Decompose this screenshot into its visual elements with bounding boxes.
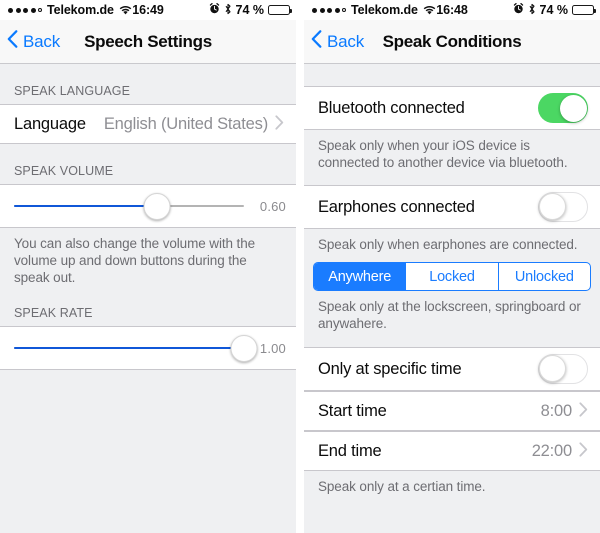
bluetooth-connected-label: Bluetooth connected [318, 98, 465, 117]
rate-slider[interactable] [14, 333, 258, 363]
bluetooth-icon [528, 3, 536, 18]
bluetooth-footnote: Speak only when your iOS device is conne… [318, 138, 568, 170]
earphones-footnote: Speak only when earphones are connected. [318, 237, 578, 252]
chevron-right-icon [579, 441, 588, 461]
battery-icon [572, 5, 596, 15]
status-right-group: 74 % [209, 3, 292, 18]
only-at-specific-time-row[interactable]: Only at specific time [304, 347, 600, 391]
section-header-speak-volume: SPEAK VOLUME [14, 164, 114, 178]
nav-bar-left: Back Speech Settings [0, 20, 296, 64]
battery-percent-label: 74 % [235, 3, 265, 17]
speak-conditions-screen: Telekom.de 16:48 74 % Back Speak Conditi… [304, 0, 600, 533]
time-section-footnote: Speak only at a certian time. [318, 479, 486, 494]
nav-bar-right: Back Speak Conditions [304, 20, 600, 64]
volume-slider-knob[interactable] [143, 193, 171, 220]
top-spacer [304, 64, 600, 86]
alarm-icon [209, 3, 220, 17]
back-button-label: Back [23, 31, 60, 51]
language-row-value: English (United States) [103, 114, 268, 133]
end-time-label: End time [318, 441, 382, 460]
language-row[interactable]: Language English (United States) [0, 104, 296, 144]
earphones-connected-label: Earphones connected [318, 197, 475, 216]
screen-divider [296, 0, 304, 533]
segment-locked[interactable]: Locked [405, 263, 497, 290]
volume-value-label: 0.60 [259, 198, 286, 214]
back-button[interactable]: Back [304, 30, 364, 53]
end-time-row[interactable]: End time 22:00 [304, 431, 600, 471]
segment-unlocked[interactable]: Unlocked [497, 263, 590, 290]
only-at-specific-time-toggle[interactable] [538, 354, 588, 384]
earphones-connected-row[interactable]: Earphones connected [304, 185, 600, 229]
chevron-right-icon [579, 401, 588, 421]
segment-anywhere[interactable]: Anywhere [314, 263, 406, 290]
status-bar-right: Telekom.de 16:48 74 % [304, 0, 600, 20]
bluetooth-connected-toggle[interactable] [538, 93, 588, 123]
back-button[interactable]: Back [0, 30, 60, 53]
rate-slider-row[interactable]: 1.00 [0, 326, 296, 370]
start-time-label: Start time [318, 401, 387, 420]
status-right-group: 74 % [513, 3, 596, 18]
chevron-left-icon [7, 30, 18, 53]
status-bar-left: Telekom.de 16:49 74 % [0, 0, 296, 20]
alarm-icon [513, 3, 524, 17]
start-time-row[interactable]: Start time 8:00 [304, 391, 600, 431]
battery-icon [268, 5, 292, 15]
earphones-connected-toggle[interactable] [538, 192, 588, 222]
location-segmented-control[interactable]: Anywhere Locked Unlocked [313, 262, 591, 291]
section-header-speak-language: SPEAK LANGUAGE [14, 84, 131, 98]
volume-slider-row[interactable]: 0.60 [0, 184, 296, 228]
end-time-value: 22:00 [531, 441, 572, 460]
only-at-specific-time-label: Only at specific time [318, 359, 462, 378]
language-row-label: Language [14, 114, 86, 133]
rate-slider-fill [14, 347, 244, 349]
chevron-right-icon [275, 114, 284, 134]
start-time-value: 8:00 [540, 401, 573, 420]
section-header-speak-rate: SPEAK RATE [14, 306, 93, 320]
volume-footnote: You can also change the volume with the … [14, 236, 256, 285]
chevron-left-icon [311, 30, 322, 53]
segmented-footnote: Speak only at the lockscreen, springboar… [318, 299, 581, 331]
battery-percent-label: 74 % [539, 3, 569, 17]
rate-slider-knob[interactable] [230, 335, 258, 362]
dual-screenshot: Telekom.de 16:49 74 % Back Speech Settin… [0, 0, 600, 533]
speech-settings-screen: Telekom.de 16:49 74 % Back Speech Settin… [0, 0, 296, 533]
bluetooth-icon [224, 3, 232, 18]
back-button-label: Back [327, 31, 364, 51]
bluetooth-connected-row[interactable]: Bluetooth connected [304, 86, 600, 130]
volume-slider[interactable] [14, 191, 244, 221]
location-segmented-control-wrap: Anywhere Locked Unlocked [304, 253, 600, 291]
volume-slider-fill [14, 205, 157, 207]
